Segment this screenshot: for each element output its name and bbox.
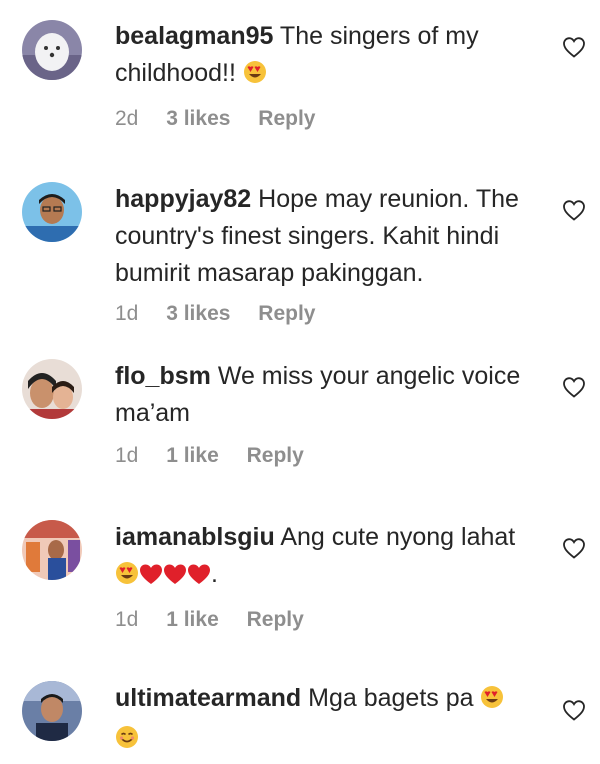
comment-body: flo_bsm We miss your angelic voice ma’am… <box>115 358 535 468</box>
comment-likes[interactable]: 1 like <box>166 608 219 631</box>
avatar[interactable] <box>22 520 82 580</box>
like-heart-icon[interactable] <box>562 36 586 58</box>
comment-list: bealagman95 The singers of my childhood!… <box>0 0 600 764</box>
comment-message: Ang cute nyong lahat <box>280 523 516 551</box>
like-heart-icon[interactable] <box>562 376 586 398</box>
comment-timestamp: 2d <box>115 107 139 130</box>
reply-button[interactable]: Reply <box>258 107 315 130</box>
avatar[interactable] <box>22 20 82 80</box>
comment-message: Mga bagets pa <box>308 684 474 712</box>
avatar[interactable] <box>22 359 82 419</box>
comment-username[interactable]: ultimatearmand <box>115 684 301 712</box>
comment-username[interactable]: iamanablsgiu <box>115 523 275 551</box>
comment-text: happyjay82 Hope may reunion. The country… <box>115 181 535 292</box>
red-heart-emoji-icon <box>163 559 187 596</box>
avatar[interactable] <box>22 681 82 741</box>
reply-button[interactable]: Reply <box>258 302 315 325</box>
comment-username[interactable]: bealagman95 <box>115 22 273 50</box>
avatar[interactable] <box>22 182 82 242</box>
comment-username[interactable]: happyjay82 <box>115 185 251 213</box>
reply-button[interactable]: Reply <box>247 444 304 467</box>
comment-body: iamanablsgiu Ang cute nyong lahat. 1d 1 … <box>115 519 535 632</box>
comment-username[interactable]: flo_bsm <box>115 362 211 390</box>
like-heart-icon[interactable] <box>562 699 586 721</box>
comment-meta: 1d 1 like Reply <box>115 444 535 468</box>
smiling-face-emoji-icon <box>115 723 139 760</box>
comment-likes[interactable]: 3 likes <box>166 107 230 130</box>
comment-text: ultimatearmand Mga bagets pa <box>115 680 535 760</box>
comment-body: ultimatearmand Mga bagets pa <box>115 680 535 760</box>
comment-trailing-text: . <box>211 560 218 588</box>
reply-button[interactable]: Reply <box>247 608 304 631</box>
comment-text: flo_bsm We miss your angelic voice ma’am <box>115 358 535 432</box>
heart-eyes-emoji-icon <box>243 58 267 95</box>
comment-body: happyjay82 Hope may reunion. The country… <box>115 181 535 326</box>
comment-likes[interactable]: 3 likes <box>166 302 230 325</box>
comment-timestamp: 1d <box>115 302 139 325</box>
red-heart-emoji-icon <box>139 559 163 596</box>
comment-timestamp: 1d <box>115 444 139 467</box>
comment-timestamp: 1d <box>115 608 139 631</box>
red-heart-emoji-icon <box>187 559 211 596</box>
comment-likes[interactable]: 1 like <box>166 444 219 467</box>
like-heart-icon[interactable] <box>562 199 586 221</box>
heart-eyes-emoji-icon <box>115 559 139 596</box>
heart-eyes-emoji-icon <box>480 683 504 720</box>
comment-text: bealagman95 The singers of my childhood!… <box>115 18 535 95</box>
comment-text: iamanablsgiu Ang cute nyong lahat. <box>115 519 535 596</box>
comment-meta: 1d 3 likes Reply <box>115 302 535 326</box>
comment-meta: 2d 3 likes Reply <box>115 107 535 131</box>
comment-meta: 1d 1 like Reply <box>115 608 535 632</box>
comment-body: bealagman95 The singers of my childhood!… <box>115 18 535 131</box>
like-heart-icon[interactable] <box>562 537 586 559</box>
